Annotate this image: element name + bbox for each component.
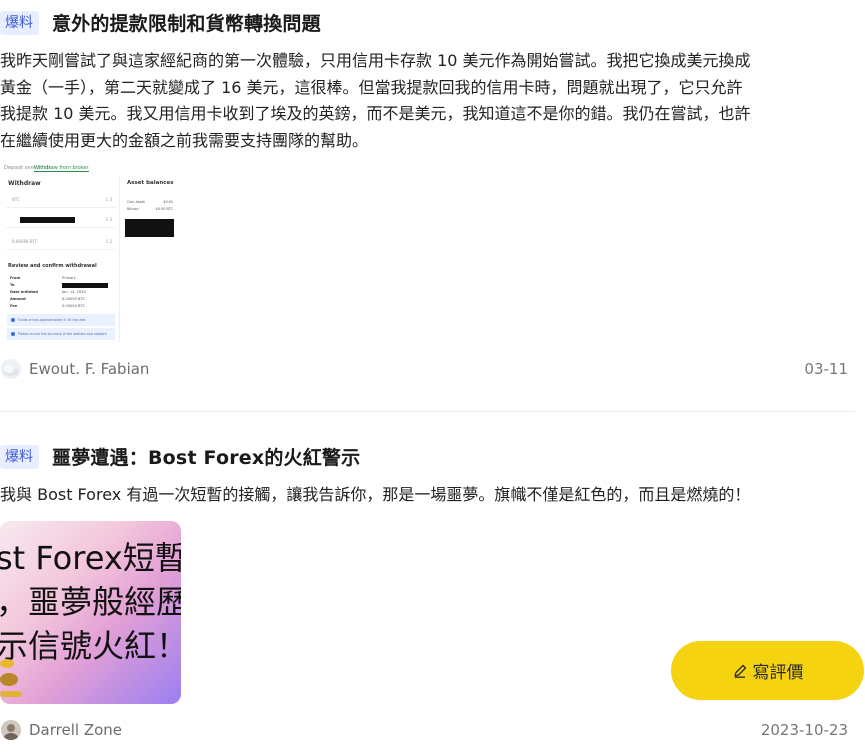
pencil-icon [733,664,746,678]
post-title[interactable]: 噩夢遭遇：Bost Forex的火紅警示 [52,443,360,470]
coin-icon [0,659,14,668]
asset-title: Asset balances [127,180,174,186]
screenshot-tab-active: Withdraw from broker [34,165,89,172]
post-date: 03-11 [804,360,848,378]
post-header: 爆料 噩夢遭遇：Bost Forex的火紅警示 [0,443,360,470]
cover-text-line: ，噩夢般經歷 [0,583,181,621]
detail-field: Amount 0.00000 BTC [10,297,85,301]
post-body: 我與 Bost Forex 有過一次短暫的接觸，讓我告訴你，那是一場噩夢。旗幟不… [0,482,862,512]
post-cover-image[interactable]: st Forex短暫 ，噩夢般經歷 示信號火紅！ [0,521,181,704]
redacted-block [20,217,75,223]
detail-field: From Primary [10,276,76,280]
post-body-line: 我提款 10 美元。我又用信用卡收到了埃及的英鎊，而不是美元，我知道這不是你的錯… [0,104,751,124]
detail-field: Date initiated Jan. 14, 2024 [10,290,86,294]
post-body-line: 我昨天剛嘗試了與這家經紀商的第一次體驗，只用信用卡存款 10 美元作為開始嘗試。… [0,51,751,70]
post-body: 我昨天剛嘗試了與這家經紀商的第一次體驗，只用信用卡存款 10 美元作為開始嘗試。… [0,48,862,156]
exposure-tag: 爆料 [0,10,39,35]
asset-row: Bitcoin $0.00 BTC [127,207,173,211]
write-review-label: 寫評價 [752,663,804,683]
asset-balances-panel: Asset balances Coin Asset $0.00 Bitcoin $0… [122,176,177,246]
post-body-line: 在繼續使用更大的金額之前我需要支持團隊的幫助。 [0,130,369,150]
withdraw-row: 8.66666 BTC 1 2 [6,236,116,250]
info-note: Please ensure the accuracy of the addres… [7,328,115,340]
avatar[interactable] [1,720,21,740]
info-note: Funds arrival approximately in 30 minute… [7,314,115,326]
post-card[interactable]: 爆料 噩夢遭遇：Bost Forex的火紅警示 我與 Bost Forex 有過… [0,412,865,754]
exposure-tag: 爆料 [0,444,39,469]
post-body-line: 我與 Bost Forex 有過一次短暫的接觸，讓我告訴你，那是一場噩夢。旗幟不… [0,485,751,504]
post-body-line: 黃金（一手），第二天就變成了 16 美元，這很棒。但當我提款回我的信用卡時，問題… [0,77,743,97]
withdraw-row: 1 3 [6,214,116,228]
author-name[interactable]: Darrell Zone [29,721,122,739]
avatar[interactable] [1,359,21,379]
screenshot-tabs: Deposit over limits Withdraw from broker [0,162,180,174]
cover-text-line: 示信號火紅！ [0,627,181,665]
asset-row: Coin Asset $0.00 [127,200,173,204]
cover-text-line: st Forex短暫 [0,539,181,577]
withdraw-panel: Withdraw BTC 1 3 1 3 8.66666 BTC 1 2 Rev… [2,176,120,342]
coin-icon [0,691,22,697]
withdraw-row: BTC 1 3 [6,194,116,208]
withdraw-title: Withdraw [8,180,41,187]
post-screenshot-image[interactable]: Deposit over limits Withdraw from broker… [0,162,180,342]
write-review-button[interactable]: 寫評價 [671,641,864,700]
post-header: 爆料 意外的提款限制和貨幣轉換問題 [0,9,321,36]
review-confirm-title: Review and confirm withdrawal [8,263,97,269]
author-name[interactable]: Ewout. F. Fabian [29,360,149,378]
post-card[interactable]: 爆料 意外的提款限制和貨幣轉換問題 我昨天剛嘗試了與這家經紀商的第一次體驗，只用… [0,0,865,410]
redacted-block [125,219,174,237]
detail-field: To [10,283,108,288]
detail-field: Fee 0.00000 BTC [10,304,85,308]
post-title[interactable]: 意外的提款限制和貨幣轉換問題 [52,9,321,36]
post-date: 2023-10-23 [760,721,848,739]
coin-icon [0,673,18,686]
